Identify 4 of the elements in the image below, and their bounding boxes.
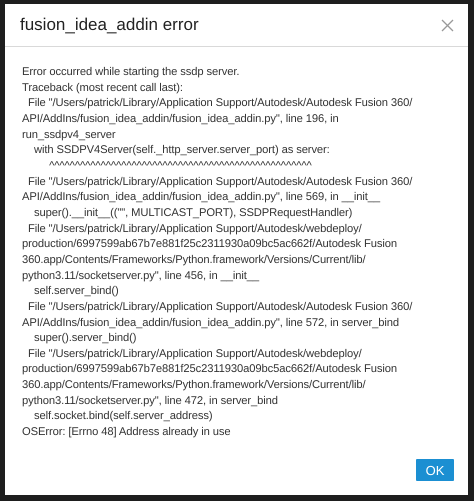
ok-button[interactable]: OK xyxy=(416,459,454,481)
close-icon[interactable] xyxy=(441,18,454,32)
error-message: Error occurred while starting the ssdp server. Traceback (most recent call last): File "/Users/patrick/Library/Application Support/Autodesk/Autodesk Fusion 360/ API/AddIns/fusion_idea_addin/fusion_idea_addin.py", line 196, in run_ssdpv4_server with SSDPV4Server(self._http_server.server_port) as server: ^^^^^^^^^^^^^^^^^^^^^^^^^^^^^^^^^^^^^^^^^^^^^^^^^^^ File "/Users/patrick/Library/Application Support/Autodesk/Autodesk Fusion 360/ API/AddIns/fusion_idea_addin/fusion_idea_addin.py", line 569, in __init__ super().__init__(("", MULTICAST_PORT), SSDPRequestHandler) File "/Users/patrick/Library/Application Support/Autodesk/webdeploy/ production/6997599ab67b7e881f25c2311930a09bc5ac662f/Autodesk Fusion 360.app/Contents/Frameworks/Python.framework/Versions/Current/lib/ python3.11/socketserver.py", line 456, in __init__ self.server_bind() File "/Users/patrick/Library/Application Support/Autodesk/Autodesk Fusion 360/ API/AddIns/fusion_idea_addin/fusion_idea_addin.py", line 572, in server_bind super().server_bind() File "/Users/patrick/Library/Application Support/Autodesk/webdeploy/ production/6997599ab67b7e881f25c2311930a09bc5ac662f/Autodesk Fusion 360.app/Contents/Frameworks/Python.framework/Versions/Current/lib/ python3.11/socketserver.py", line 472, in server_bind self.socket.bind(self.server_address) OSError: [Errno 48] Address already in use xyxy=(22,65,414,440)
dialog-title: fusion_idea_addin error xyxy=(20,15,199,35)
